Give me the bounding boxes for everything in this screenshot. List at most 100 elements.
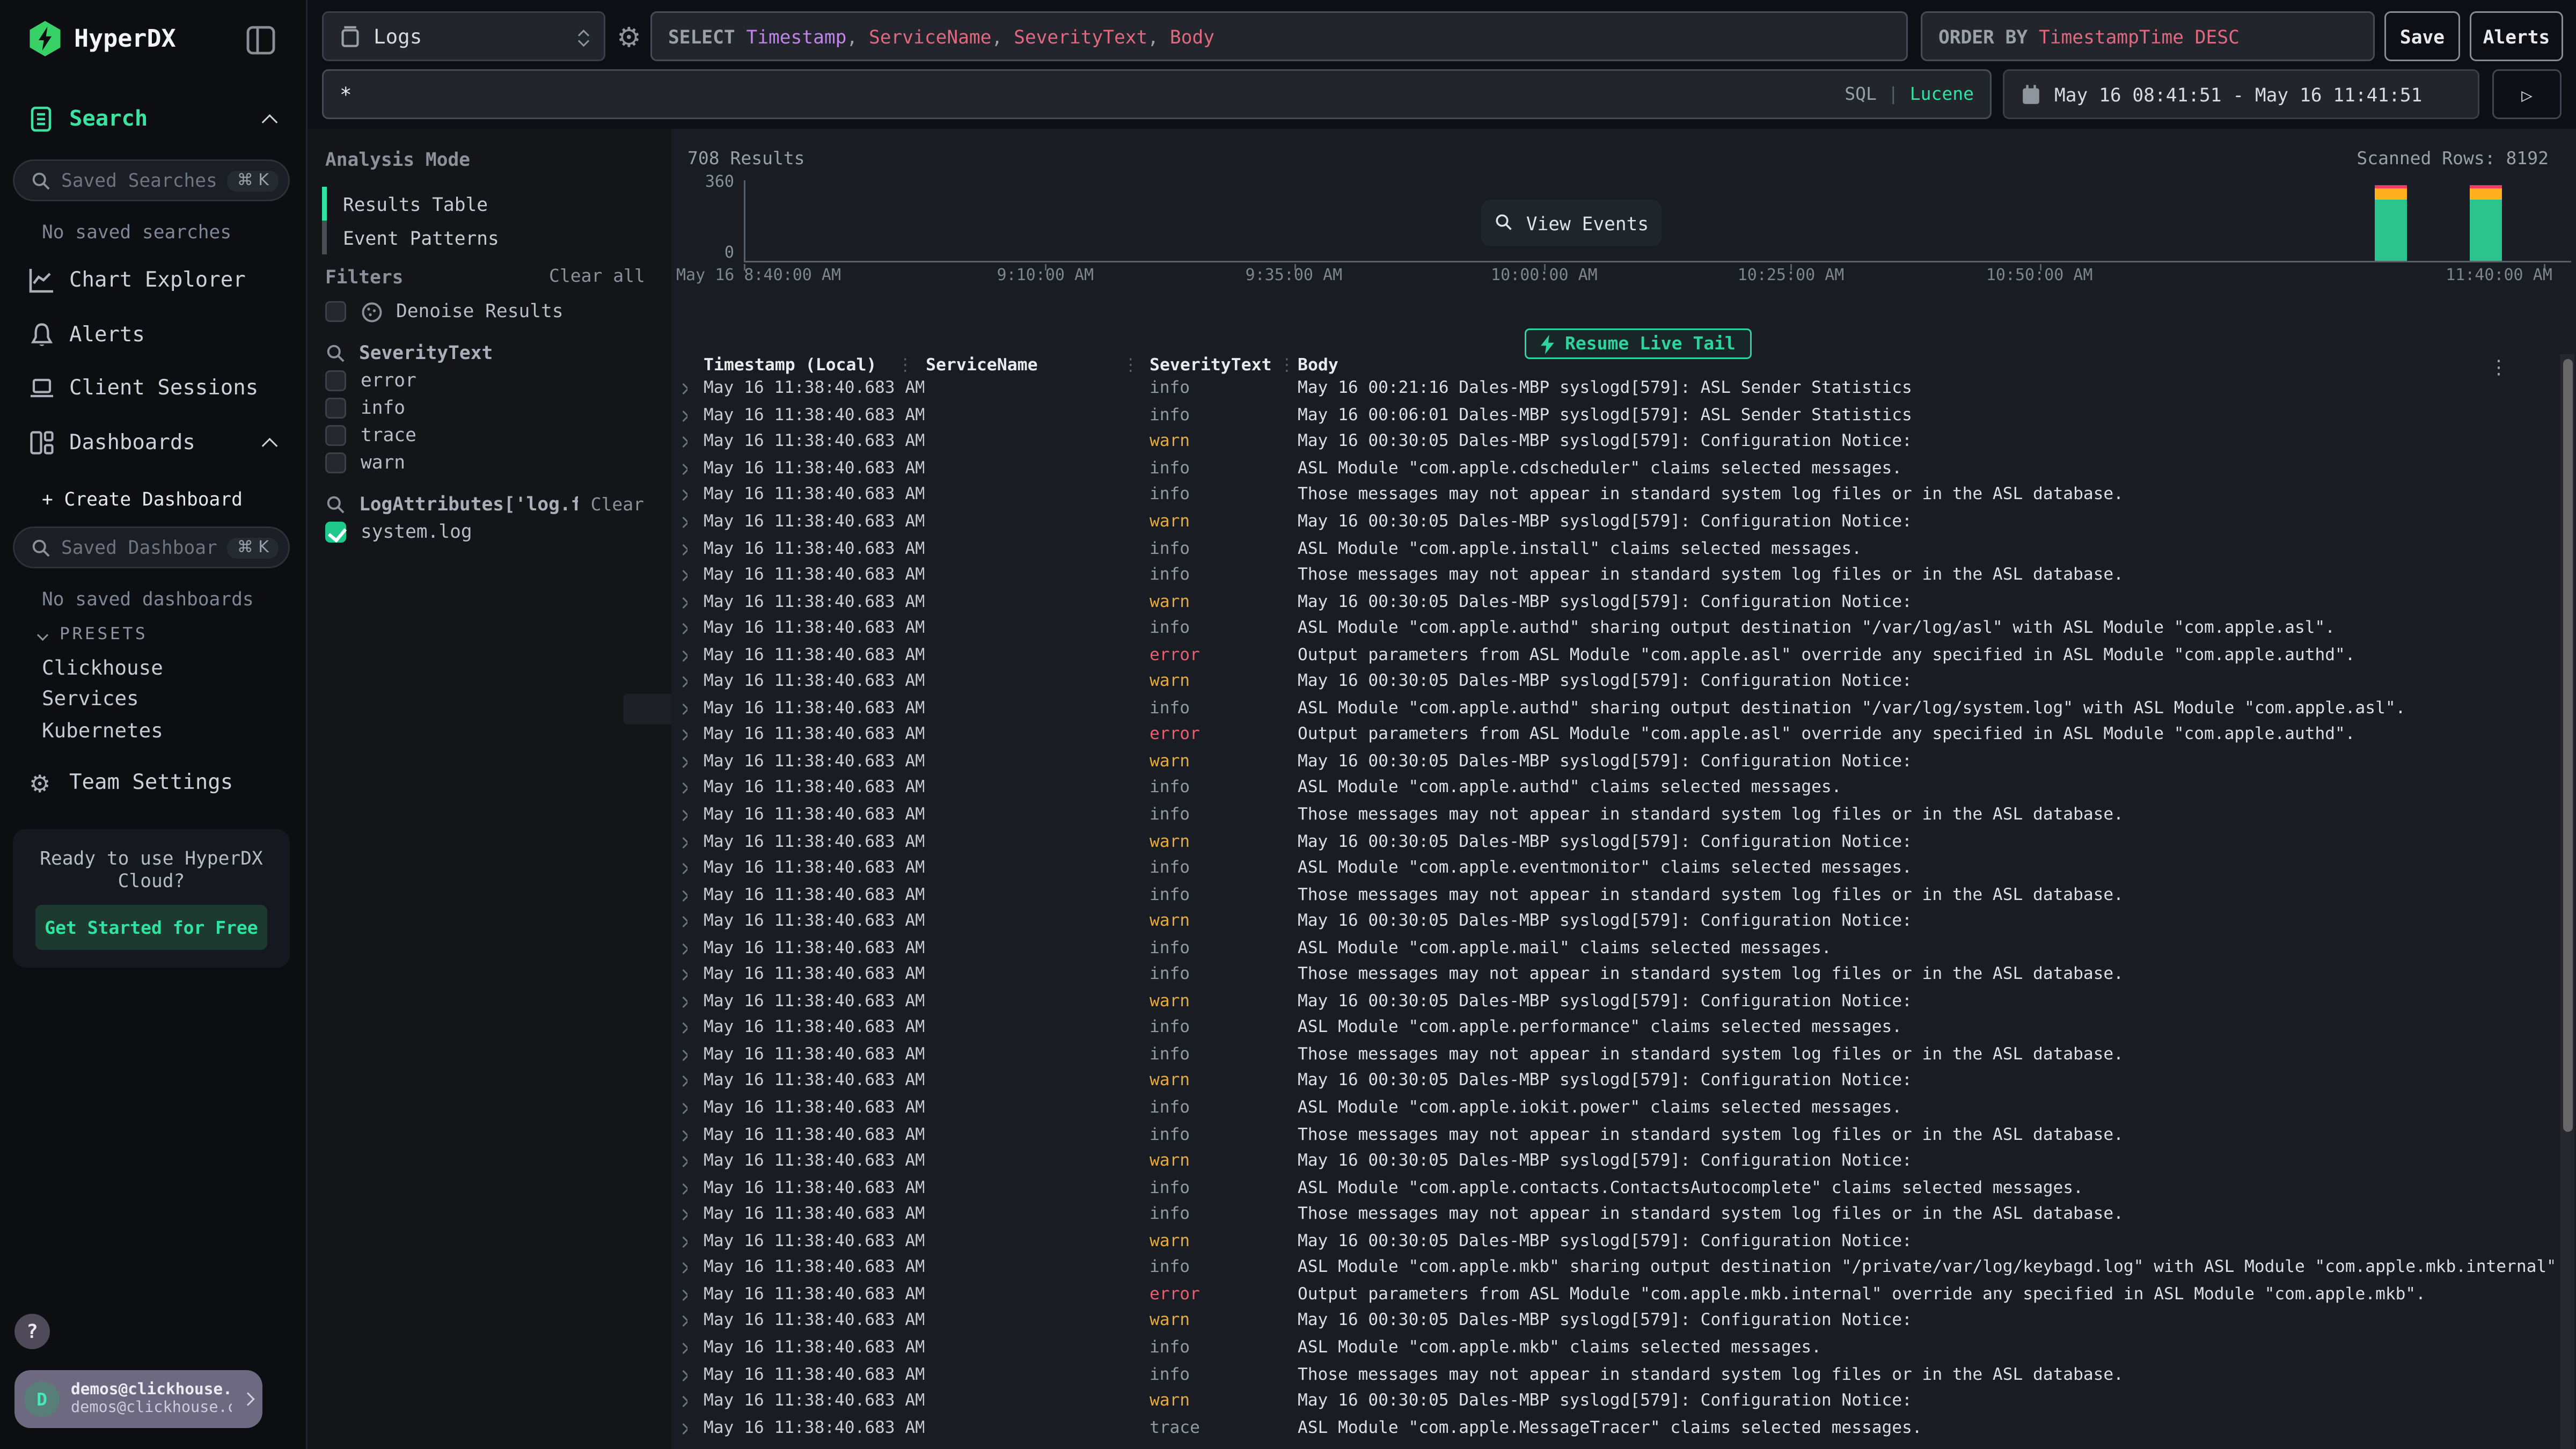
row-expand-chevron-icon[interactable]	[679, 965, 687, 984]
row-expand-chevron-icon[interactable]	[679, 405, 687, 425]
sidebar-item-dashboards[interactable]: Dashboards	[29, 430, 195, 456]
row-expand-chevron-icon[interactable]	[679, 1418, 687, 1437]
histogram-bar[interactable]	[2469, 185, 2501, 261]
table-row[interactable]: May 16 11:38:40.683 AMinfoASL Module "co…	[671, 1254, 2558, 1281]
source-select[interactable]: Logs	[322, 11, 605, 61]
denoise-checkbox-row[interactable]: Denoise Results	[325, 299, 564, 322]
table-row[interactable]: May 16 11:38:40.683 AMerrorOutput parame…	[671, 641, 2558, 668]
table-row[interactable]: May 16 11:38:40.683 AMwarnMay 16 00:30:0…	[671, 1307, 2558, 1334]
table-row[interactable]: May 16 11:38:40.683 AMinfoASL Module "co…	[671, 615, 2558, 642]
sidebar-item-alerts[interactable]: Alerts	[29, 322, 145, 348]
preset-services[interactable]: Services	[42, 686, 139, 710]
search-icon[interactable]	[325, 494, 346, 515]
select-query-input[interactable]: SELECT Timestamp, ServiceName, SeverityT…	[650, 11, 1908, 61]
table-row[interactable]: May 16 11:38:40.683 AMinfoASL Module "co…	[671, 535, 2558, 562]
row-expand-chevron-icon[interactable]	[679, 645, 687, 664]
filter-option-warn[interactable]: warn	[325, 451, 405, 473]
table-row[interactable]: May 16 11:38:40.683 AMinfoASL Module "co…	[671, 1174, 2558, 1201]
table-row[interactable]: May 16 11:38:40.683 AMwarnMay 16 00:30:0…	[671, 748, 2558, 775]
scrollbar-track[interactable]	[2560, 354, 2574, 1449]
row-expand-chevron-icon[interactable]	[679, 539, 687, 558]
column-header-body[interactable]: Body	[1298, 356, 1338, 375]
row-expand-chevron-icon[interactable]	[679, 858, 687, 877]
table-row[interactable]: May 16 11:38:40.683 AMwarnMay 16 00:30:0…	[671, 828, 2558, 855]
saved-dashboards-input[interactable]: Saved Dashboards ⌘ K	[13, 526, 290, 568]
save-button[interactable]: Save	[2384, 11, 2460, 61]
chevron-up-icon[interactable]	[262, 437, 278, 453]
order-by-input[interactable]: ORDER BY TimestampTime DESC	[1921, 11, 2375, 61]
table-row[interactable]: May 16 11:38:40.683 AMinfoThose messages…	[671, 1041, 2558, 1068]
help-button[interactable]: ?	[14, 1314, 50, 1349]
time-range-picker[interactable]: May 16 08:41:51 - May 16 11:41:51	[2003, 69, 2479, 119]
table-row[interactable]: May 16 11:38:40.683 AMerrorOutput parame…	[671, 721, 2558, 748]
clear-all-link[interactable]: Clear all	[549, 266, 645, 287]
row-expand-chevron-icon[interactable]	[679, 1125, 687, 1144]
mode-event-patterns[interactable]: Event Patterns	[322, 221, 644, 254]
row-expand-chevron-icon[interactable]	[679, 1311, 687, 1330]
brand[interactable]: HyperDX	[29, 21, 176, 56]
table-row[interactable]: May 16 11:38:40.683 AMwarnMay 16 00:30:0…	[671, 1148, 2558, 1175]
column-resize-handle-icon[interactable]: ⋮	[897, 356, 914, 375]
search-icon[interactable]	[325, 342, 346, 363]
user-menu[interactable]: D demos@clickhouse.com demos@clickhouse.…	[14, 1370, 262, 1428]
table-row[interactable]: May 16 11:38:40.683 AMinfoThose messages…	[671, 801, 2558, 828]
search-query-input[interactable]: * SQL | Lucene	[322, 69, 1992, 119]
table-row[interactable]: May 16 11:38:40.683 AMinfoThose messages…	[671, 1201, 2558, 1228]
table-row[interactable]: May 16 11:38:40.683 AMinfoThose messages…	[671, 881, 2558, 908]
row-expand-chevron-icon[interactable]	[679, 379, 687, 398]
row-expand-chevron-icon[interactable]	[679, 1178, 687, 1197]
row-expand-chevron-icon[interactable]	[679, 1338, 687, 1357]
table-row[interactable]: May 16 11:38:40.683 AMinfoASL Module "co…	[671, 455, 2558, 482]
row-expand-chevron-icon[interactable]	[679, 912, 687, 931]
table-row[interactable]: May 16 11:38:40.683 AMinfoASL Module "co…	[671, 1334, 2558, 1361]
preset-kubernetes[interactable]: Kubernetes	[42, 718, 163, 742]
table-row[interactable]: May 16 11:38:40.683 AMinfoASL Module "co…	[671, 855, 2558, 882]
preset-clickhouse[interactable]: Clickhouse	[42, 655, 163, 679]
table-row[interactable]: May 16 11:38:40.683 AMwarnMay 16 00:30:0…	[671, 1228, 2558, 1255]
row-expand-chevron-icon[interactable]	[679, 1258, 687, 1277]
column-header-servicename[interactable]: ServiceName	[926, 356, 1038, 375]
view-events-button[interactable]: View Events	[1481, 200, 1662, 246]
row-expand-chevron-icon[interactable]	[679, 1365, 687, 1384]
mode-results-table[interactable]: Results Table	[322, 187, 644, 221]
row-expand-chevron-icon[interactable]	[679, 805, 687, 824]
mode-sql-toggle[interactable]: SQL	[1845, 84, 1877, 105]
sidebar-collapse-icon[interactable]	[246, 26, 275, 55]
row-expand-chevron-icon[interactable]	[679, 1151, 687, 1170]
row-expand-chevron-icon[interactable]	[679, 1285, 687, 1304]
row-expand-chevron-icon[interactable]	[679, 1071, 687, 1091]
table-row[interactable]: May 16 11:38:40.683 AMwarnMay 16 00:30:0…	[671, 428, 2558, 455]
sidebar-item-search[interactable]: Search	[29, 106, 148, 132]
table-row[interactable]: May 16 11:38:40.683 AMinfoMay 16 00:06:0…	[671, 402, 2558, 429]
clear-link[interactable]: Clear	[591, 494, 644, 515]
sidebar-item-chart-explorer[interactable]: Chart Explorer	[29, 267, 246, 293]
create-dashboard-button[interactable]: + Create Dashboard	[42, 488, 243, 510]
row-expand-chevron-icon[interactable]	[679, 1391, 687, 1410]
presets-section-toggle[interactable]: PRESETS	[39, 625, 148, 644]
filter-option-info[interactable]: info	[325, 396, 405, 419]
row-expand-chevron-icon[interactable]	[679, 672, 687, 691]
table-row[interactable]: May 16 11:38:40.683 AMwarnMay 16 00:30:0…	[671, 908, 2558, 935]
table-row[interactable]: May 16 11:38:40.683 AMinfoASL Module "co…	[671, 1094, 2558, 1121]
filter-option-system.log[interactable]: system.log	[325, 520, 472, 543]
row-expand-chevron-icon[interactable]	[679, 725, 687, 744]
row-expand-chevron-icon[interactable]	[679, 592, 687, 611]
source-settings-gear-icon[interactable]: ⚙	[617, 23, 641, 55]
column-resize-handle-icon[interactable]: ⋮	[1278, 356, 1296, 375]
row-expand-chevron-icon[interactable]	[679, 512, 687, 531]
get-started-button[interactable]: Get Started for Free	[35, 905, 267, 950]
row-expand-chevron-icon[interactable]	[679, 1018, 687, 1037]
table-row[interactable]: May 16 11:38:40.683 AMerrorOutput parame…	[671, 1281, 2558, 1308]
row-expand-chevron-icon[interactable]	[679, 459, 687, 478]
table-row[interactable]: May 16 11:38:40.683 AMinfoThose messages…	[671, 482, 2558, 509]
table-row[interactable]: May 16 11:38:40.683 AMinfoThose messages…	[671, 961, 2558, 988]
checkbox[interactable]	[325, 425, 346, 445]
row-expand-chevron-icon[interactable]	[679, 832, 687, 851]
table-row[interactable]: May 16 11:38:40.683 AMwarnMay 16 00:30:0…	[671, 508, 2558, 535]
table-row[interactable]: May 16 11:38:40.683 AMinfoMay 16 00:21:1…	[671, 375, 2558, 402]
column-resize-handle-icon[interactable]: ⋮	[1122, 356, 1139, 375]
column-header-severitytext[interactable]: SeverityText	[1150, 356, 1272, 375]
row-expand-chevron-icon[interactable]	[679, 752, 687, 771]
filter-option-trace[interactable]: trace	[325, 423, 416, 446]
histogram-bar[interactable]	[2374, 185, 2406, 261]
